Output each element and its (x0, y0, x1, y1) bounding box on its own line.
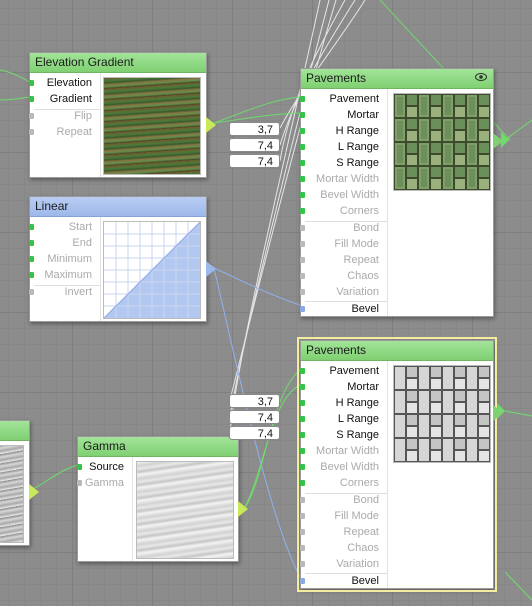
port-source[interactable]: Source (77, 459, 130, 475)
port-corners[interactable]: Corners (300, 475, 385, 491)
port-gamma[interactable]: Gamma (77, 475, 130, 491)
partial-node[interactable] (0, 420, 30, 546)
port-bevel[interactable]: Bevel (300, 301, 385, 317)
port-corners[interactable]: Corners (300, 203, 385, 219)
elevation-gradient-preview (103, 77, 201, 175)
output-port[interactable] (206, 261, 216, 277)
port-repeat[interactable]: Repeat (300, 252, 385, 268)
port-elevation[interactable]: Elevation (29, 75, 98, 91)
linear-curve-preview (103, 221, 201, 319)
port-l-range[interactable]: L Range (300, 139, 385, 155)
elevation-gradient-node[interactable]: Elevation Gradient Elevation Gradient Fl… (29, 52, 216, 178)
output-port[interactable] (206, 117, 216, 133)
h-range-value[interactable]: 3,7 (229, 394, 280, 408)
port-repeat[interactable]: Repeat (300, 524, 385, 540)
port-maximum[interactable]: Maximum (29, 267, 98, 283)
output-port[interactable] (238, 501, 248, 517)
port-s-range[interactable]: S Range (300, 155, 385, 171)
port-minimum[interactable]: Minimum (29, 251, 98, 267)
port-h-range[interactable]: H Range (300, 395, 385, 411)
port-invert[interactable]: Invert (29, 284, 98, 300)
gamma-preview (136, 461, 234, 559)
partial-node-preview (0, 445, 24, 543)
s-range-value[interactable]: 7,4 (229, 154, 280, 168)
port-mortar-width[interactable]: Mortar Width (300, 171, 385, 187)
port-bond[interactable]: Bond (300, 220, 385, 236)
port-mortar-width[interactable]: Mortar Width (300, 443, 385, 459)
node-title[interactable]: Gamma (78, 437, 238, 457)
port-end[interactable]: End (29, 235, 98, 251)
eye-icon[interactable] (475, 73, 487, 81)
port-variation[interactable]: Variation (300, 284, 385, 300)
l-range-value[interactable]: 7,4 (229, 410, 280, 424)
partial-node-output[interactable] (29, 484, 39, 500)
port-start[interactable]: Start (29, 219, 98, 235)
port-mortar[interactable]: Mortar (300, 107, 385, 123)
node-title: Pavements (306, 343, 367, 357)
linear-node[interactable]: Linear Start End Minimum Maximum Invert (29, 196, 216, 322)
h-range-value[interactable]: 3,7 (229, 122, 280, 136)
port-chaos[interactable]: Chaos (300, 540, 385, 556)
port-variation[interactable]: Variation (300, 556, 385, 572)
port-fill-mode[interactable]: Fill Mode (300, 508, 385, 524)
gamma-node[interactable]: Gamma Source Gamma (77, 436, 248, 562)
port-pavement[interactable]: Pavement (300, 363, 385, 379)
port-mortar[interactable]: Mortar (300, 379, 385, 395)
port-bevel[interactable]: Bevel (300, 573, 385, 589)
node-title: Pavements (306, 71, 367, 85)
port-gradient[interactable]: Gradient (29, 91, 98, 107)
node-title[interactable]: Linear (30, 197, 206, 217)
output-port[interactable] (493, 405, 503, 421)
port-bevel-width[interactable]: Bevel Width (300, 459, 385, 475)
port-pavement[interactable]: Pavement (300, 91, 385, 107)
output-port[interactable] (493, 133, 503, 149)
pavements-preview (393, 93, 491, 191)
port-bevel-width[interactable]: Bevel Width (300, 187, 385, 203)
port-flip[interactable]: Flip (29, 108, 98, 124)
node-title[interactable]: Elevation Gradient (30, 53, 206, 73)
pavements-node[interactable]: Pavements Pavement Mortar H Range L Rang… (297, 337, 503, 592)
port-h-range[interactable]: H Range (300, 123, 385, 139)
port-repeat[interactable]: Repeat (29, 124, 98, 140)
l-range-value[interactable]: 7,4 (229, 138, 280, 152)
port-l-range[interactable]: L Range (300, 411, 385, 427)
port-bond[interactable]: Bond (300, 492, 385, 508)
s-range-value[interactable]: 7,4 (229, 426, 280, 440)
port-chaos[interactable]: Chaos (300, 268, 385, 284)
port-s-range[interactable]: S Range (300, 427, 385, 443)
port-fill-mode[interactable]: Fill Mode (300, 236, 385, 252)
pavements-preview (393, 365, 491, 463)
pavements-node[interactable]: Pavements Pavement Mortar H Range L Rang… (300, 68, 503, 317)
